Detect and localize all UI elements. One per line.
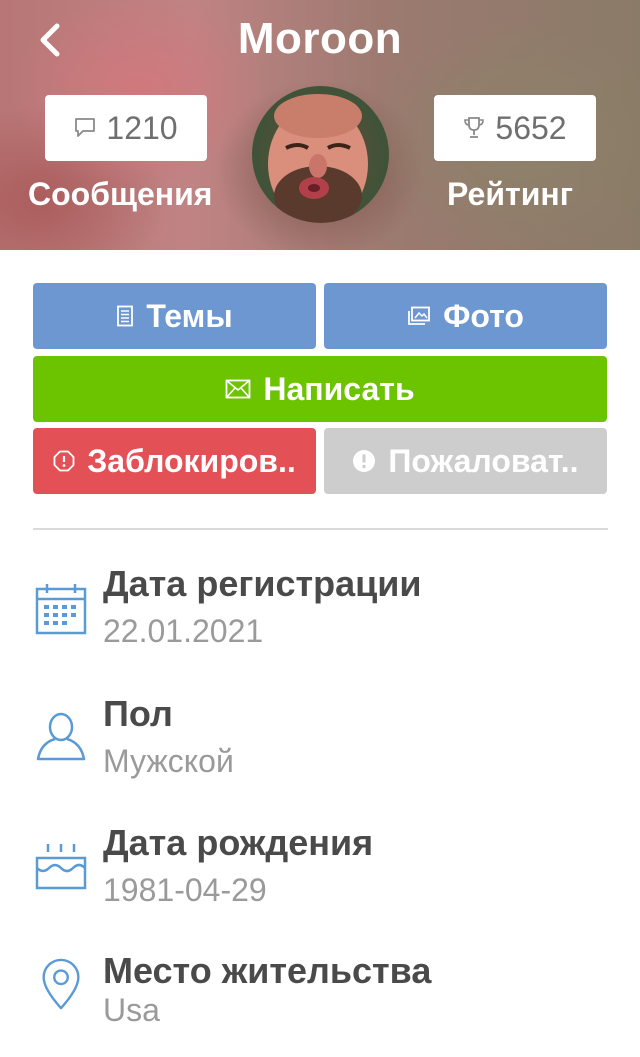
photo-button-label: Фото [443, 297, 524, 334]
block-user-button[interactable]: Заблокиров.. [33, 428, 316, 494]
profile-header: Moroon 1210 Сообщения 5652 Рейтинг [0, 0, 640, 250]
block-user-button-label: Заблокиров.. [87, 442, 296, 479]
report-user-button[interactable]: Пожаловат.. [324, 428, 607, 494]
info-title: Дата регистрации [103, 563, 422, 604]
write-message-button-label: Написать [263, 370, 415, 407]
info-title: Место жительства [103, 950, 432, 991]
info-value: 1981-04-29 [103, 872, 267, 908]
avatar[interactable] [252, 86, 389, 223]
topics-button-label: Темы [146, 297, 233, 334]
messages-label: Сообщения [28, 176, 213, 212]
page-title: Moroon [237, 14, 403, 63]
info-title: Дата рождения [103, 822, 374, 863]
location-pin-icon [42, 958, 80, 1010]
trophy-icon [464, 117, 485, 138]
image-icon [408, 306, 430, 325]
report-user-button-label: Пожаловат.. [388, 442, 579, 479]
rating-label: Рейтинг [447, 176, 574, 212]
avatar-photo [268, 94, 368, 223]
divider [33, 528, 608, 530]
calendar-icon [35, 584, 87, 635]
info-row-registration-date: Дата регистрации 22.01.2021 [0, 563, 640, 673]
person-icon [36, 712, 86, 761]
speech-bubble-icon [75, 118, 96, 137]
rating-count: 5652 [495, 109, 567, 146]
rating-count-box[interactable]: 5652 [434, 95, 596, 161]
write-message-button[interactable]: Написать [33, 356, 607, 422]
cake-icon [35, 844, 87, 890]
exclamation-circle-icon [353, 450, 376, 472]
messages-count-box[interactable]: 1210 [45, 95, 207, 161]
info-value: Мужской [103, 743, 234, 779]
info-row-gender: Пол Мужской [0, 693, 640, 803]
info-row-birth-date: Дата рождения 1981-04-29 [0, 822, 640, 932]
messages-count: 1210 [106, 109, 178, 146]
topics-button[interactable]: Темы [33, 283, 316, 349]
photo-button[interactable]: Фото [324, 283, 607, 349]
info-title: Пол [103, 693, 173, 734]
alert-octagon-icon [53, 450, 75, 472]
document-icon [117, 305, 134, 327]
envelope-icon [225, 379, 251, 399]
info-row-location: Место жительства Usa [0, 950, 640, 1057]
info-value: 22.01.2021 [103, 613, 264, 649]
info-value: Usa [103, 992, 160, 1028]
